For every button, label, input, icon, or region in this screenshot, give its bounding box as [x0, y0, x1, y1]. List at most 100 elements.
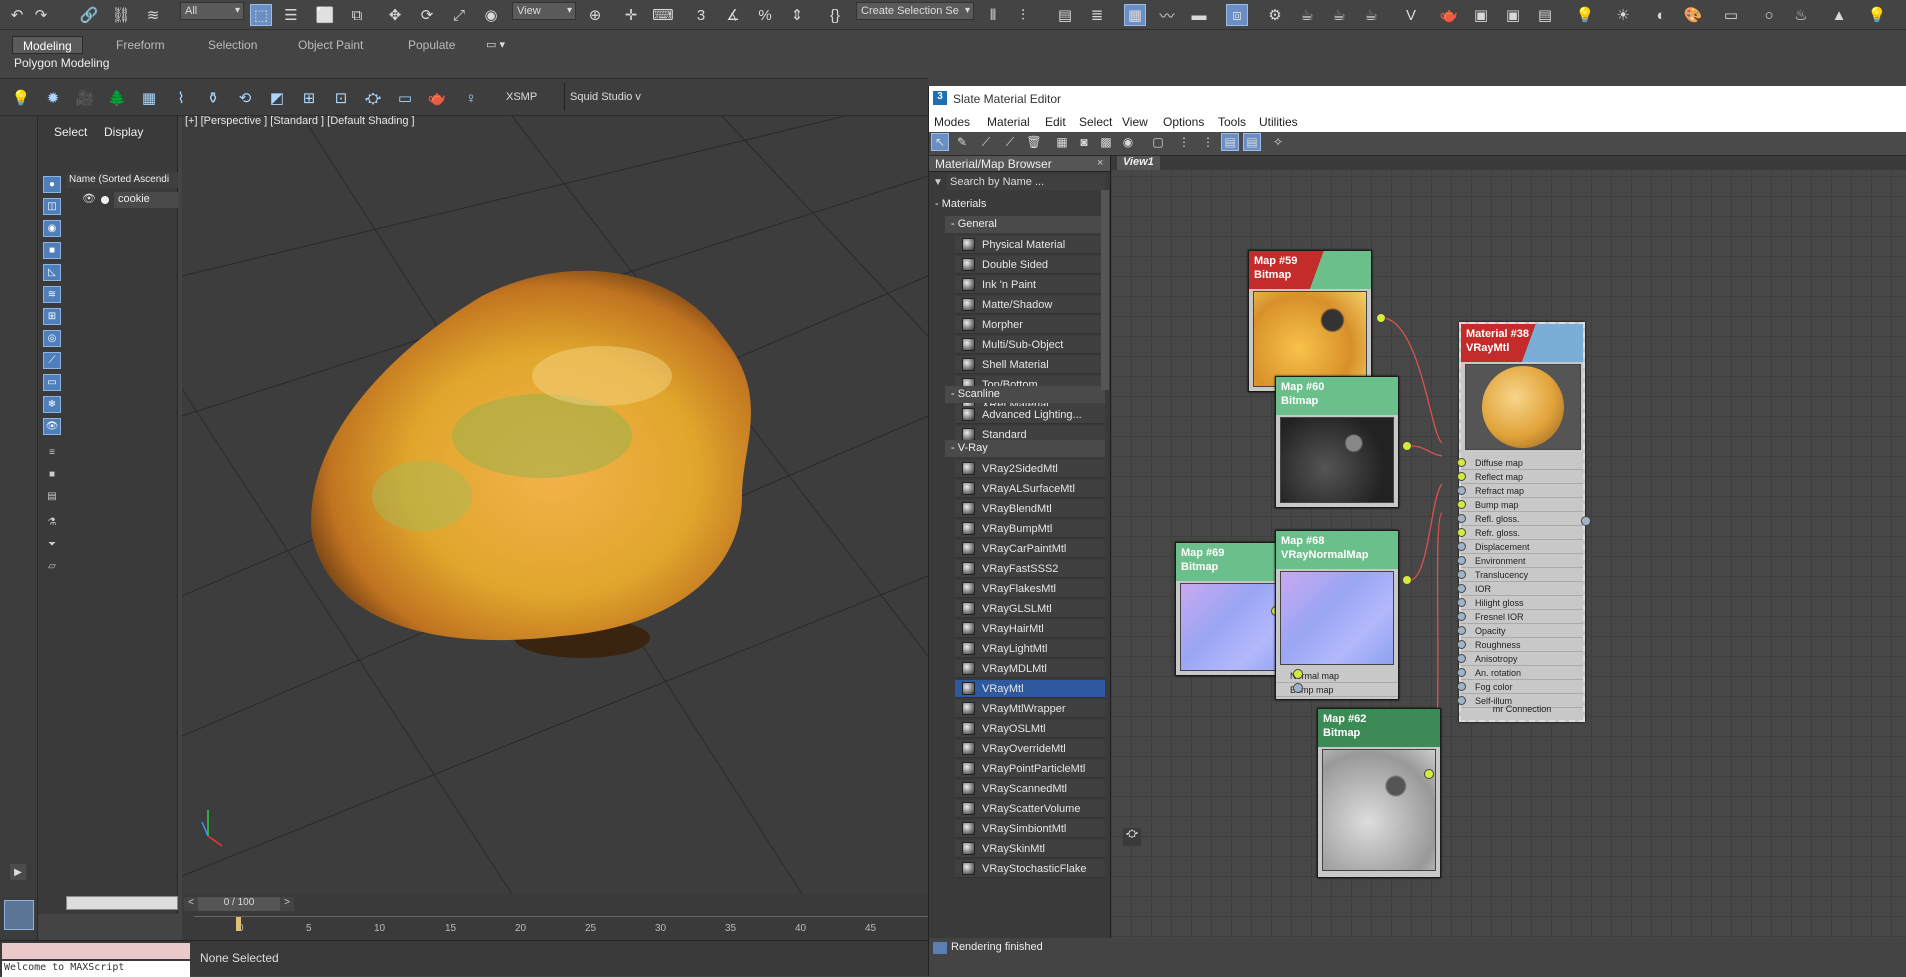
- mr-connection[interactable]: mr Connection: [1461, 704, 1583, 718]
- node-output-dot[interactable]: [1376, 313, 1386, 323]
- window-crossing-icon[interactable]: ⧉: [346, 4, 368, 26]
- rotate-icon[interactable]: ⟳: [416, 4, 438, 26]
- material-slot[interactable]: Fresnel IOR: [1461, 610, 1583, 624]
- time-next-icon[interactable]: >: [280, 897, 294, 911]
- material-slot[interactable]: Environment: [1461, 554, 1583, 568]
- show-map-icon[interactable]: ◙: [1075, 133, 1093, 151]
- select-tool-icon[interactable]: ↖: [931, 133, 949, 151]
- object-cookie[interactable]: cookie: [114, 192, 178, 208]
- node-material-38[interactable]: Material #38 VRayMtl Diffuse map Reflect m…: [1457, 322, 1585, 722]
- material-slot[interactable]: Roughness: [1461, 638, 1583, 652]
- material-item[interactable]: VRayHairMtl: [955, 620, 1105, 638]
- node-map-59[interactable]: Map #59 Bitmap: [1248, 250, 1372, 392]
- filter-cameras-icon[interactable]: ■: [43, 242, 61, 259]
- node-map-60[interactable]: Map #60 Bitmap: [1275, 376, 1399, 508]
- menu-display[interactable]: Display: [104, 125, 143, 139]
- material-item[interactable]: Physical Material: [955, 236, 1105, 254]
- viewport-label[interactable]: [+] [Perspective ] [Standard ] [Default …: [185, 116, 415, 127]
- general-group[interactable]: - General: [945, 216, 1105, 233]
- snaps-toggle-icon[interactable]: 3: [690, 4, 712, 26]
- browser-scrollbar[interactable]: [1101, 190, 1109, 390]
- spinner-snap-icon[interactable]: ⇕: [786, 4, 808, 26]
- material-item[interactable]: VRaySimbiontMtl: [955, 820, 1105, 838]
- sun-icon[interactable]: ☀: [1612, 4, 1634, 26]
- bottle-icon[interactable]: ⚱: [202, 87, 224, 109]
- redo-icon[interactable]: ↷: [30, 4, 52, 26]
- cone-icon[interactable]: ▲: [1828, 4, 1850, 26]
- percent-snap-icon[interactable]: %: [754, 4, 776, 26]
- material-slot[interactable]: IOR: [1461, 582, 1583, 596]
- time-prev-icon[interactable]: <: [184, 897, 198, 911]
- menu-edit[interactable]: Edit: [1045, 115, 1066, 129]
- tab-populate[interactable]: Populate: [398, 36, 465, 54]
- material-slot[interactable]: Anisotropy: [1461, 652, 1583, 666]
- undo-icon[interactable]: ↶: [6, 4, 28, 26]
- material-item[interactable]: VRayMDLMtl: [955, 660, 1105, 678]
- filter-bones-icon[interactable]: ⟋: [43, 352, 61, 369]
- material-item[interactable]: Morpher: [955, 316, 1105, 334]
- color-picker-icon[interactable]: 🎨: [1682, 4, 1704, 26]
- put-to-scene-icon[interactable]: ⟋: [1001, 133, 1019, 151]
- material-slot[interactable]: Displacement: [1461, 540, 1583, 554]
- material-item[interactable]: VRayMtlWrapper: [955, 700, 1105, 718]
- material-slot[interactable]: An. rotation: [1461, 666, 1583, 680]
- rect-selection-icon[interactable]: ⬜: [314, 4, 336, 26]
- show-background-icon[interactable]: ▩: [1097, 133, 1115, 151]
- tab-object-paint[interactable]: Object Paint: [288, 36, 373, 54]
- xsmp-label[interactable]: XSMP: [506, 91, 537, 103]
- dope-sheet-icon[interactable]: ▬: [1188, 4, 1210, 26]
- teapot-icon[interactable]: 🫖: [426, 87, 448, 109]
- select-by-name-icon[interactable]: ☰: [280, 4, 302, 26]
- slot-input-dot[interactable]: [1457, 668, 1466, 677]
- dome-light-icon[interactable]: ○: [1758, 4, 1780, 26]
- material-slot[interactable]: Opacity: [1461, 624, 1583, 638]
- square-icon[interactable]: ■: [43, 466, 61, 483]
- material-map-browser-icon[interactable]: ▤: [1221, 133, 1239, 151]
- material-item[interactable]: VRayLightMtl: [955, 640, 1105, 658]
- material-item[interactable]: VRayBumpMtl: [955, 520, 1105, 538]
- material-item[interactable]: Multi/Sub-Object: [955, 336, 1105, 354]
- material-slot[interactable]: Translucency: [1461, 568, 1583, 582]
- material-item[interactable]: Advanced Lighting...: [955, 406, 1105, 424]
- material-item[interactable]: VRayStochasticFlake: [955, 860, 1105, 878]
- maxscript-mini-listener[interactable]: [2, 943, 190, 959]
- lamp-icon[interactable]: ♨: [1790, 4, 1812, 26]
- material-item[interactable]: Shell Material: [955, 356, 1105, 374]
- selection-filter-dropdown[interactable]: All: [180, 2, 244, 20]
- search-dropdown-icon[interactable]: ▼: [933, 177, 945, 189]
- slot-input-dot[interactable]: [1457, 556, 1466, 565]
- filter-shapes-icon[interactable]: ◫: [43, 198, 61, 215]
- render-frame-icon[interactable]: ☕: [1328, 4, 1350, 26]
- pick-material-icon[interactable]: ✎: [953, 133, 971, 151]
- box-icon[interactable]: ▱: [43, 558, 61, 575]
- filter-lights-icon[interactable]: ◉: [43, 220, 61, 237]
- material-slot[interactable]: Bump map: [1461, 498, 1583, 512]
- material-slot[interactable]: Reflect map: [1461, 470, 1583, 484]
- keyboard-shortcut-icon[interactable]: ⌨: [652, 4, 674, 26]
- move-children-icon[interactable]: ▦: [1053, 133, 1071, 151]
- slot-input-dot[interactable]: [1457, 626, 1466, 635]
- camera-icon[interactable]: 🎥: [74, 87, 96, 109]
- filter-xrefs-icon[interactable]: ◎: [43, 330, 61, 347]
- mirror-icon[interactable]: ⫴: [982, 4, 1004, 26]
- menu-options[interactable]: Options: [1163, 115, 1204, 129]
- material-item[interactable]: VRaySkinMtl: [955, 840, 1105, 858]
- tab-modeling[interactable]: Modeling: [12, 36, 83, 54]
- bump-map-input-dot[interactable]: [1293, 683, 1303, 693]
- slot-input-dot[interactable]: [1457, 612, 1466, 621]
- curve-icon[interactable]: ⌇: [170, 87, 192, 109]
- filter-hidden-icon[interactable]: 👁: [43, 418, 61, 435]
- bind-spacewarp-icon[interactable]: ≋: [142, 4, 164, 26]
- frame-buffer-3-icon[interactable]: ▤: [1534, 4, 1556, 26]
- slot-input-dot[interactable]: [1457, 528, 1466, 537]
- angle-snap-icon[interactable]: ∡: [722, 4, 744, 26]
- frame-buffer-2-icon[interactable]: ▣: [1502, 4, 1524, 26]
- frame-icon[interactable]: ◩: [266, 87, 288, 109]
- teapot-icon[interactable]: 🫖: [1438, 4, 1460, 26]
- node-output-dot[interactable]: [1402, 441, 1412, 451]
- node-header[interactable]: Map #60 Bitmap: [1276, 377, 1398, 415]
- sample-icon[interactable]: ▢: [1149, 133, 1167, 151]
- material-item[interactable]: VRayALSurfaceMtl: [955, 480, 1105, 498]
- pivot-icon[interactable]: ⊕: [584, 4, 606, 26]
- perspective-viewport[interactable]: [+] [Perspective ] [Standard ] [Default …: [182, 116, 928, 894]
